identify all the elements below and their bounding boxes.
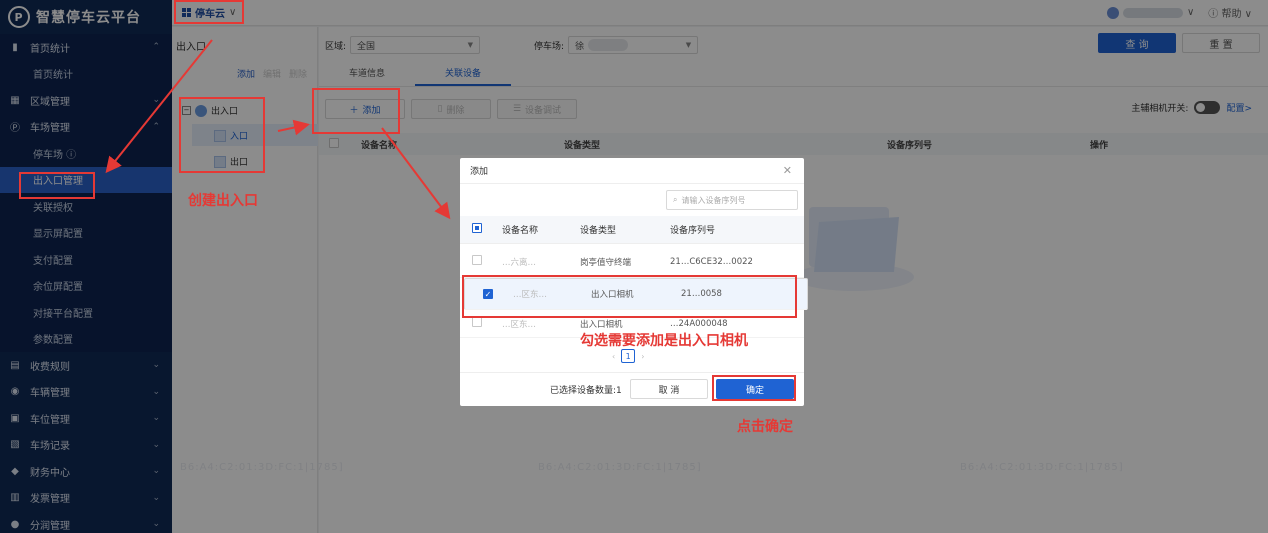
annotation-arrows <box>105 39 451 220</box>
annotation-click-ok: 点击确定 <box>737 419 793 435</box>
annotation-create-gate: 创建出入口 <box>188 193 258 209</box>
annotation-check-camera: 勾选需要添加是出入口相机 <box>580 333 748 349</box>
